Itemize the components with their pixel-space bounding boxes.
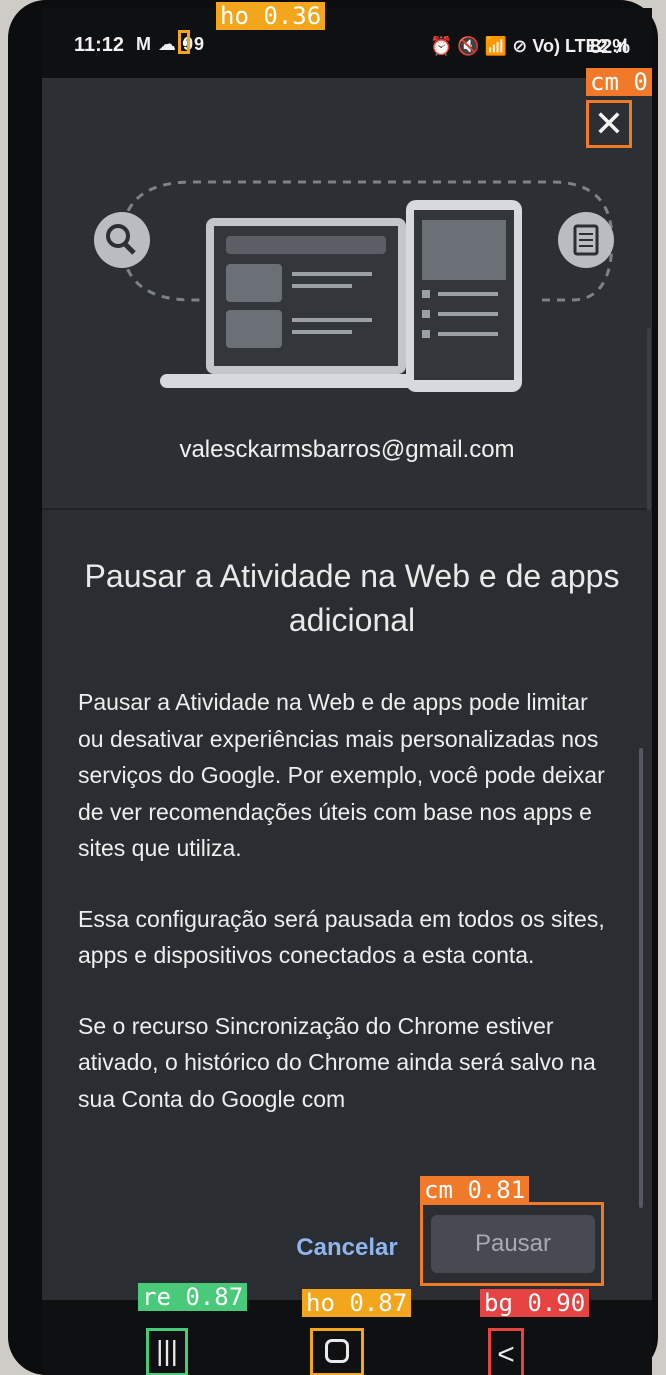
web-activity-illustration [94, 180, 614, 392]
overflow-dot-icon [183, 40, 187, 46]
dialog-scrollbar[interactable] [639, 748, 643, 1208]
pause-button-box: Pausar [420, 1202, 604, 1286]
home-icon [325, 1339, 349, 1363]
dialog-body: Pausar a Atividade na Web e de apps pode… [78, 684, 618, 1151]
close-button[interactable]: ✕ [586, 100, 632, 148]
account-email: valesckarmsbarros@gmail.com [179, 436, 515, 463]
scroll-fade [42, 1160, 652, 1200]
phone-frame: 11:12 M ☁ 99 ⏰ 🔇 📶 ⊘ Vo) LTE2 .ıl 82% va… [8, 0, 658, 1375]
notification-icons: M ☁ 99 [136, 34, 206, 54]
detection-label: cm 0.81 [420, 1176, 530, 1204]
detection-label: cm 0 [586, 68, 652, 96]
back-button[interactable]: < [488, 1328, 524, 1375]
detection-label: ho 0.87 [302, 1289, 412, 1317]
dialog-paragraph: Se o recurso Sincronização do Chrome est… [78, 1012, 596, 1112]
search-icon [94, 212, 150, 268]
dialog-title: Pausar a Atividade na Web e de apps adic… [84, 558, 620, 638]
document-icon [558, 212, 614, 268]
home-button[interactable] [310, 1328, 364, 1375]
status-time: 11:12 [74, 34, 125, 56]
detection-label: ho 0.36 [216, 2, 326, 30]
battery-level: 82% [590, 36, 631, 58]
detection-label: re 0.87 [138, 1283, 248, 1311]
back-icon: < [497, 1338, 515, 1371]
screen: 11:12 M ☁ 99 ⏰ 🔇 📶 ⊘ Vo) LTE2 .ıl 82% va… [42, 8, 652, 1375]
notification-dot-box [178, 30, 190, 54]
dialog-paragraph: Pausar a Atividade na Web e de apps pode… [78, 689, 605, 861]
close-icon: ✕ [593, 103, 625, 144]
dialog-paragraph: Essa configuração será pausada em todos … [78, 905, 605, 969]
detection-label: bg 0.90 [480, 1289, 590, 1317]
recent-apps-button[interactable]: ||| [146, 1328, 188, 1375]
cancel-button[interactable]: Cancelar [282, 1228, 412, 1268]
recent-apps-icon: ||| [156, 1335, 178, 1366]
status-bar: 11:12 M ☁ 99 ⏰ 🔇 📶 ⊘ Vo) LTE2 .ıl 82% [42, 8, 652, 78]
pause-button[interactable]: Pausar [431, 1215, 595, 1273]
top-scrollbar[interactable] [647, 328, 651, 518]
